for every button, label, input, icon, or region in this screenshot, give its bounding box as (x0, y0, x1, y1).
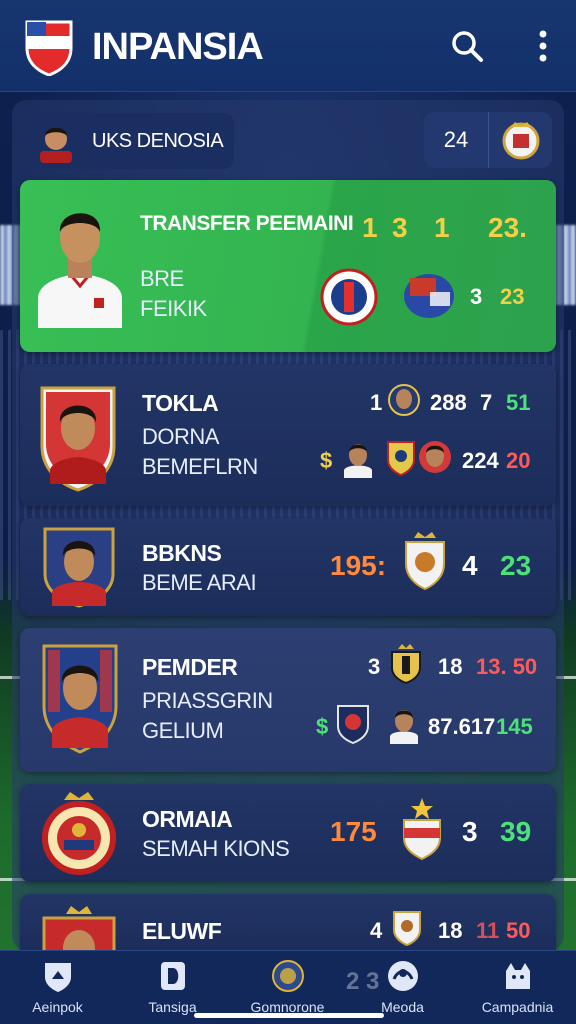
stat-value: 39 (500, 816, 532, 847)
club-badge-icon (387, 441, 415, 476)
stat-value: 1 (362, 212, 378, 243)
flag-shield-icon (25, 20, 73, 76)
card-subtitle: DORNA (142, 424, 219, 449)
club-badge-icon (393, 911, 421, 946)
stat-value: 175 (330, 816, 377, 847)
nav-item-home[interactable]: Aeinpok (0, 951, 115, 1024)
count-value: 24 (443, 127, 469, 152)
user-name: UKS DENOSIA (92, 129, 224, 152)
card-title: TOKLA (142, 390, 219, 416)
stat-value: 50 (506, 918, 531, 943)
stat-value: 18 (438, 654, 463, 679)
player-card[interactable]: PEMDER PRIASSGRIN GELIUM 3 18 13. 50 $ 8… (20, 628, 556, 772)
stat-value: 195: (330, 550, 387, 581)
stat-value: 3 (368, 654, 381, 679)
stat-value: 23 (500, 550, 532, 581)
cat-icon (505, 963, 530, 989)
player-mini-avatar (388, 384, 420, 416)
card-title: ELUWF (142, 918, 222, 944)
club-badge-icon (391, 644, 421, 684)
player-shield-portrait (40, 386, 116, 492)
stat-value: 11 (476, 918, 500, 943)
stat-value: 1 (434, 212, 450, 243)
stat-value: 51 (506, 390, 531, 415)
divider (488, 112, 489, 168)
club-crest-icon (405, 532, 445, 590)
stat-value: 87.617 (428, 714, 496, 739)
stat-value: 23. (488, 212, 527, 243)
player-card[interactable]: BBKNS BEME ARAI 195: 4 23 (20, 518, 556, 616)
player-card[interactable]: TOKLA DORNA BEMEFLRN 1 288 7 51 $ 224 20 (20, 364, 556, 506)
user-chip[interactable]: UKS DENOSIA (26, 113, 234, 169)
player-mini-avatar (390, 710, 418, 744)
stat-value: 20 (506, 448, 531, 473)
featured-transfer-card[interactable]: TRANSFER PEEMAINI BRE FEIKIK 1 3 1 23. 3… (20, 180, 556, 352)
stat-value: 4 (462, 550, 478, 581)
currency-icon: $ (320, 448, 333, 473)
club-crest-icon (42, 906, 116, 950)
player-shield-portrait (43, 527, 115, 608)
club-badge-icon (403, 798, 441, 860)
card-subtitle: SEMAH KIONS (142, 836, 290, 861)
stat-value: 3 (470, 284, 483, 309)
stat-value: 224 (462, 448, 499, 473)
faded-stat: 2 3 (346, 968, 380, 995)
nav-label: Campadnia (481, 999, 554, 1015)
club-crest-icon (502, 122, 540, 160)
count-chip[interactable]: 24 (424, 112, 552, 168)
currency-icon: $ (316, 714, 329, 739)
club-badge-icon (337, 705, 369, 744)
card-subtitle: PRIASSGRIN (142, 688, 273, 713)
card-title: TRANSFER PEEMAINI (140, 212, 354, 235)
more-options-button[interactable] (524, 26, 562, 66)
stat-value: 288 (430, 390, 467, 415)
search-button[interactable] (448, 26, 486, 66)
stat-value: 23 (500, 284, 525, 309)
player-portrait (38, 213, 122, 328)
nav-label: Aeinpok (32, 999, 83, 1015)
card-title: BBKNS (142, 540, 222, 566)
d-badge-icon (160, 962, 185, 990)
card-title: PEMDER (142, 654, 238, 680)
player-mini-avatar (419, 441, 451, 473)
stat-value: 18 (438, 918, 463, 943)
nav-item-campaign[interactable]: Campadnia (460, 951, 575, 1024)
home-indicator[interactable] (194, 1013, 384, 1018)
shield-home-icon (44, 963, 71, 992)
stat-value: 4 (370, 918, 383, 943)
club-crest-icon (42, 792, 116, 875)
stat-value: 7 (480, 390, 493, 415)
card-subtitle: BRE (140, 266, 184, 291)
card-title: ORMAIA (142, 806, 233, 832)
club-card[interactable]: ORMAIA SEMAH KIONS 175 3 39 (20, 784, 556, 882)
card-detail: BEMEFLRN (142, 454, 258, 479)
card-subtitle: BEME ARAI (142, 570, 257, 595)
app-title: INPANSIA (92, 26, 264, 68)
player-mini-avatar (344, 444, 372, 478)
stat-value: 3 (392, 212, 408, 243)
search-icon (452, 31, 483, 62)
card-detail: GELIUM (142, 718, 224, 743)
club-badge-icon (404, 274, 454, 318)
player-shield-portrait (42, 644, 118, 754)
stat-value: 13. 50 (476, 654, 538, 679)
top-bar: INPANSIA (0, 0, 576, 92)
more-vertical-icon (539, 30, 547, 62)
user-avatar (40, 127, 72, 163)
club-card[interactable]: ELUWF 4 18 11 50 (20, 894, 556, 950)
stat-value: 145 (496, 714, 533, 739)
ball-icon (387, 961, 418, 991)
club-badge-icon (320, 268, 378, 326)
crest-icon (271, 960, 304, 992)
stat-value: 3 (462, 816, 478, 847)
stat-value: 1 (370, 390, 383, 415)
card-detail: FEIKIK (140, 296, 207, 321)
